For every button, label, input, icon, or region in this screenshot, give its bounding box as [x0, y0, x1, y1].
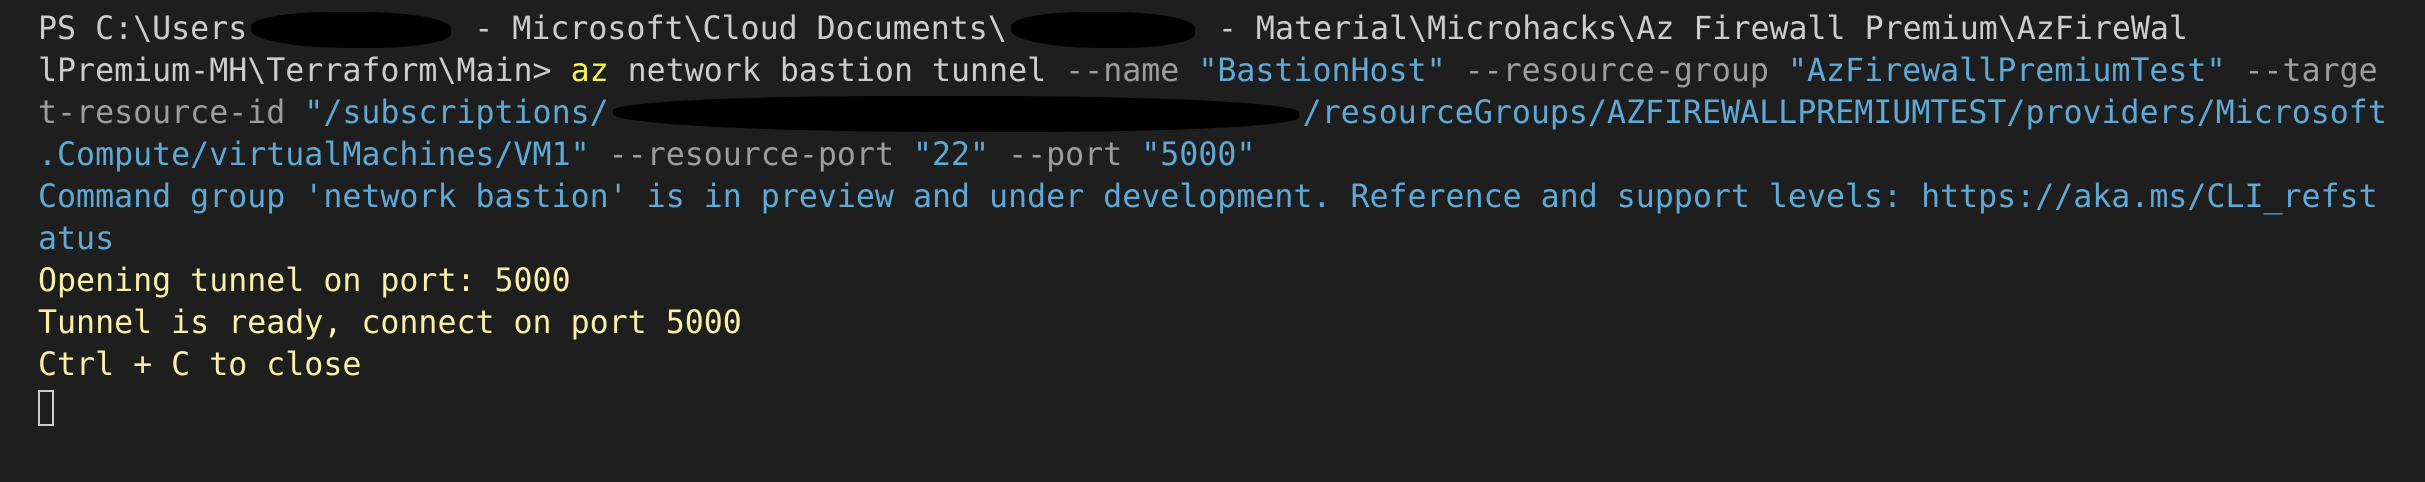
prompt-text: lPremium-MH\Terraform\Main>: [38, 53, 571, 89]
path-text: PS C:\Users: [38, 11, 248, 47]
prompt-line-2: lPremium-MH\Terraform\Main> az network b…: [38, 50, 2425, 92]
redacted-folder: [1010, 12, 1195, 48]
preview-warning: Command group 'network bastion' is in pr…: [38, 179, 2378, 215]
redacted-username: [251, 12, 452, 48]
param-value: "/subscriptions/: [304, 95, 609, 131]
param-value: .Compute/virtualMachines/VM1": [38, 137, 590, 173]
prompt-line-1: PS C:\Users - Microsoft\Cloud Documents\…: [38, 8, 2425, 50]
param-name: --name: [1065, 53, 1199, 89]
prompt-line-3: t-resource-id "/subscriptions/ /resourceG…: [38, 92, 2425, 134]
param-value: "AzFirewallPremiumTest": [1787, 53, 2226, 89]
output-line: Ctrl + C to close: [38, 347, 362, 383]
param-name: --resource-port: [589, 137, 913, 173]
param-name: --targe: [2225, 53, 2378, 89]
param-value: "5000": [1141, 137, 1256, 173]
param-name: --port: [989, 137, 1142, 173]
path-text: - Microsoft\Cloud Documents\: [455, 11, 1007, 47]
text-cursor: [38, 390, 54, 426]
output-line: Tunnel is ready, connect on port 5000: [38, 305, 742, 341]
command-name: az: [570, 53, 609, 89]
terminal-output[interactable]: PS C:\Users - Microsoft\Cloud Documents\…: [0, 0, 2425, 428]
prompt-line-4: .Compute/virtualMachines/VM1" --resource…: [38, 134, 2425, 176]
output-line: Opening tunnel on port: 5000: [38, 263, 571, 299]
redacted-subscription-id: [612, 96, 1299, 132]
path-text: - Material\Microhacks\Az Firewall Premiu…: [1198, 11, 2188, 47]
param-value: "22": [912, 137, 990, 173]
param-value: "BastionHost": [1198, 53, 1446, 89]
command-args: network bastion tunnel: [608, 53, 1066, 89]
param-name: --resource-group: [1445, 53, 1788, 89]
param-name: t-resource-id: [38, 95, 305, 131]
input-line[interactable]: [38, 386, 2425, 428]
param-value: /resourceGroups/AZFIREWALLPREMIUMTEST/pr…: [1302, 95, 2387, 131]
preview-warning-cont: atus: [38, 221, 115, 257]
